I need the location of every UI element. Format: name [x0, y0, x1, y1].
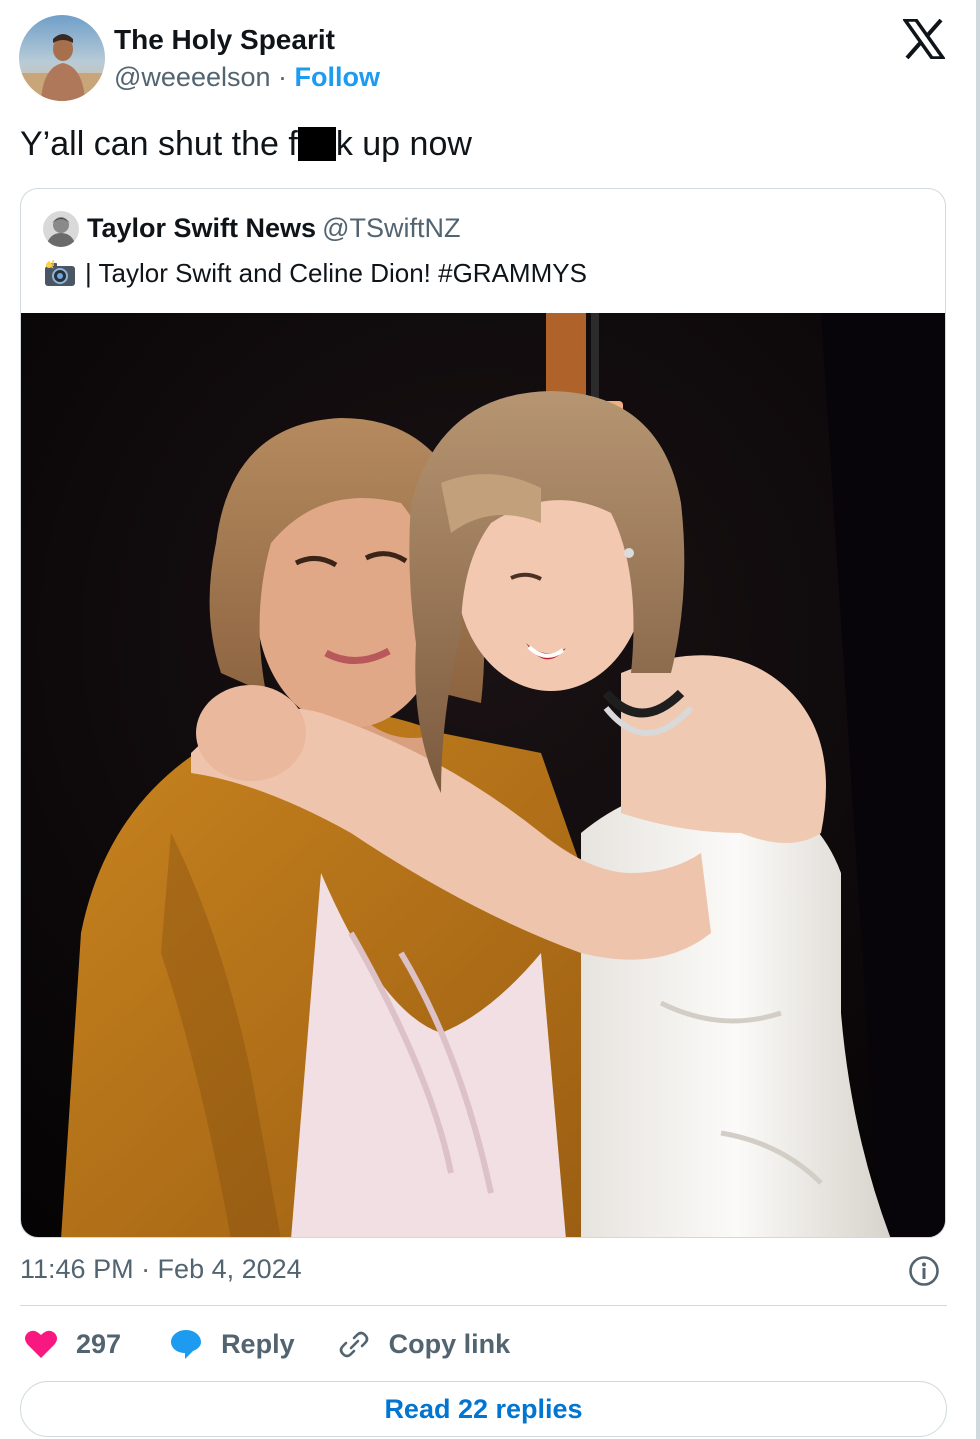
quoted-author-name[interactable]: Taylor Swift News: [87, 213, 316, 243]
read-replies-button[interactable]: Read 22 replies: [20, 1381, 947, 1437]
copy-link-label: Copy link: [388, 1328, 511, 1359]
reply-label: Reply: [221, 1328, 295, 1359]
follow-button[interactable]: Follow: [295, 62, 380, 92]
author-display-name[interactable]: The Holy Spearit: [114, 24, 335, 56]
author-handle-line: @weeeelson · Follow: [114, 62, 380, 93]
page-edge-border: [976, 0, 980, 1439]
censor-bar: [297, 127, 336, 161]
reply-button[interactable]: Reply: [169, 1328, 295, 1360]
quoted-tweet-card[interactable]: Taylor Swift News @TSwiftNZ | Taylor Swif…: [20, 188, 946, 1238]
camera-flash-icon: [45, 259, 75, 286]
quoted-author-handle[interactable]: @TSwiftNZ: [322, 213, 460, 243]
like-count: 297: [76, 1328, 122, 1359]
handle-separator: ·: [270, 62, 295, 92]
author-avatar[interactable]: [19, 15, 105, 101]
tweet-actions-bar: 297 Reply Copy link: [24, 1322, 510, 1366]
like-button[interactable]: 297: [24, 1329, 121, 1360]
actions-divider: [20, 1305, 947, 1306]
tweet-text-start: Y’all can shut the f: [20, 125, 298, 163]
tweet-header: The Holy Spearit @weeeelson · Follow: [19, 15, 949, 105]
info-icon[interactable]: [908, 1255, 940, 1287]
author-handle[interactable]: @weeeelson: [114, 62, 271, 92]
x-logo-icon[interactable]: [901, 18, 947, 60]
tweet-timestamp[interactable]: 11:46 PM · Feb 4, 2024: [20, 1254, 302, 1285]
quoted-author-line: Taylor Swift News @TSwiftNZ: [87, 213, 460, 244]
tweet-text-end: k up now: [335, 125, 472, 163]
link-icon: [339, 1331, 368, 1358]
quoted-tweet-photo[interactable]: [21, 313, 945, 1237]
reply-bubble-icon: [171, 1330, 202, 1359]
quoted-tweet-text: | Taylor Swift and Celine Dion! #GRAMMYS: [85, 258, 587, 288]
quoted-author-avatar[interactable]: [43, 211, 79, 247]
quoted-tweet-text-line: | Taylor Swift and Celine Dion! #GRAMMYS: [43, 258, 587, 289]
copy-link-button[interactable]: Copy link: [337, 1328, 511, 1360]
tweet-body: Y’all can shut the f k up now: [20, 125, 472, 164]
heart-icon: [25, 1330, 57, 1358]
